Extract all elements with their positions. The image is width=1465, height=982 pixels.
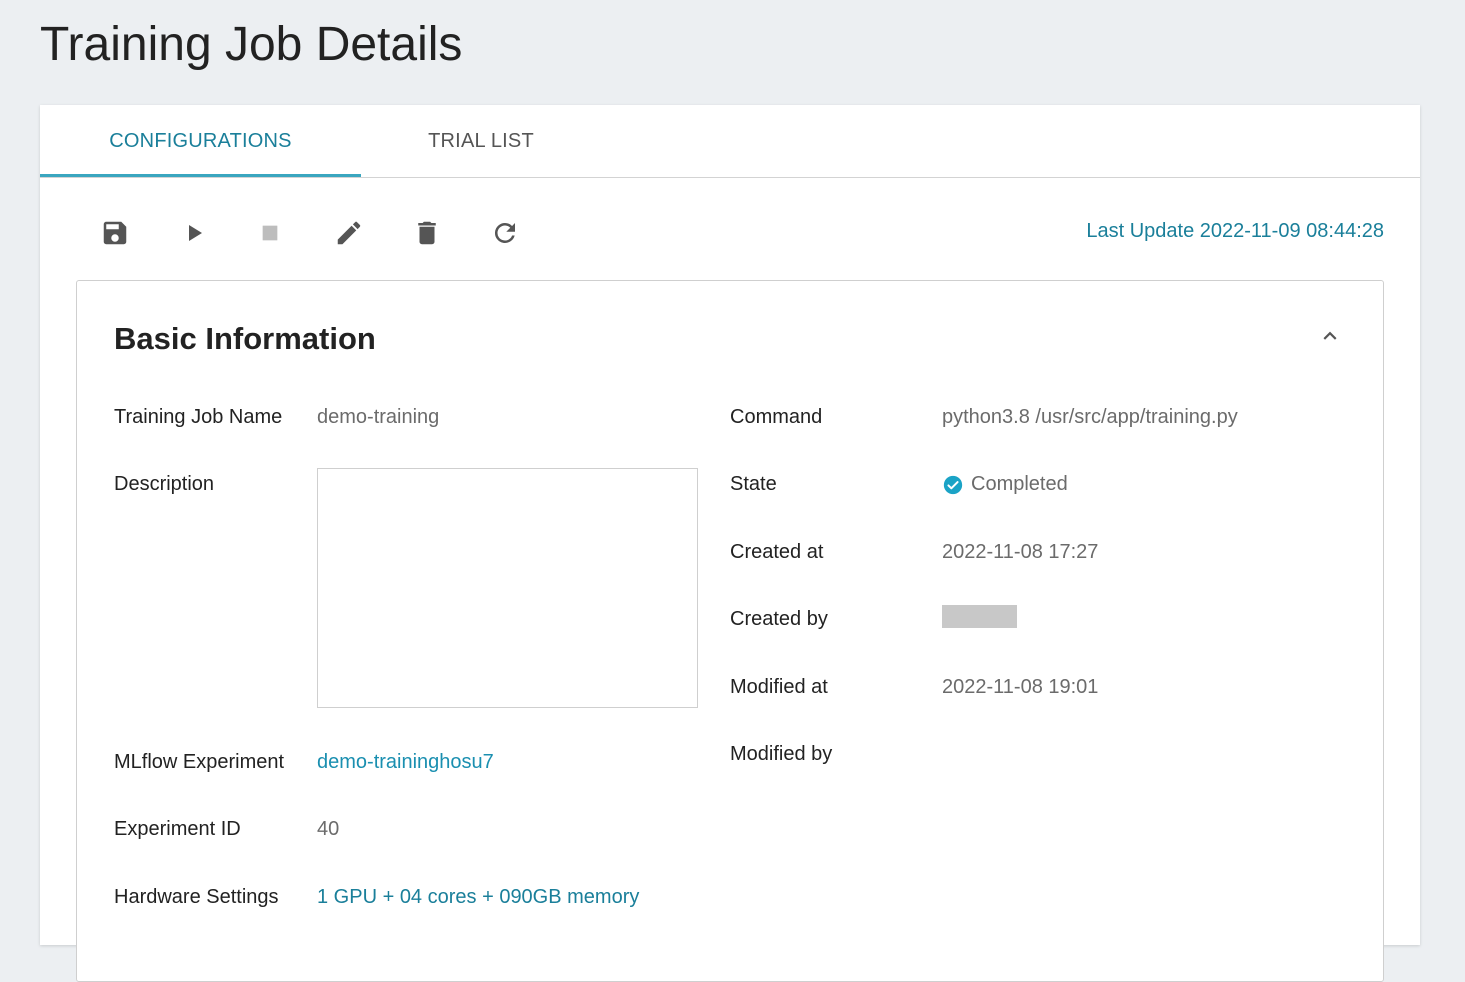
state-label: State — [730, 473, 777, 495]
modified-at-label: Modified at — [730, 676, 828, 698]
save-button[interactable] — [97, 215, 133, 251]
refresh-button[interactable] — [487, 215, 523, 251]
experiment-id-value: 40 — [317, 818, 340, 840]
chevron-up-icon — [1323, 331, 1337, 340]
command-label: Command — [730, 406, 823, 428]
tab-trial-list[interactable]: TRIAL LIST — [361, 105, 601, 177]
collapse-button[interactable] — [1315, 321, 1345, 351]
modified-by-label: Modified by — [730, 743, 833, 765]
page-title: Training Job Details — [40, 18, 463, 71]
experiment-id-label: Experiment ID — [114, 818, 241, 840]
check-circle-icon — [943, 475, 963, 495]
last-update-timestamp: Last Update 2022-11-09 08:44:28 — [1086, 220, 1384, 242]
tab-configurations[interactable]: CONFIGURATIONS — [40, 105, 361, 177]
job-details-card: CONFIGURATIONS TRIAL LIST Last Update 20… — [40, 105, 1420, 982]
mlflow-experiment-link[interactable]: demo-traininghosu7 — [317, 751, 494, 774]
redacted-user-block — [942, 605, 1017, 628]
play-icon — [189, 225, 202, 241]
description-field[interactable] — [317, 468, 698, 708]
delete-icon — [418, 221, 436, 245]
created-at-label: Created at — [730, 541, 824, 563]
edit-button[interactable] — [331, 215, 367, 251]
stop-button[interactable] — [252, 215, 288, 251]
hardware-settings-link[interactable]: 1 GPU + 04 cores + 090GB memory — [317, 886, 639, 909]
stop-icon — [262, 225, 278, 241]
edit-icon — [337, 221, 361, 245]
section-title: Basic Information — [114, 321, 376, 356]
state-value: Completed — [971, 473, 1068, 495]
command-value: python3.8 /usr/src/app/training.py — [942, 406, 1238, 428]
created-at-value: 2022-11-08 17:27 — [942, 541, 1099, 563]
save-icon — [103, 221, 127, 245]
refresh-icon — [494, 223, 515, 243]
modified-at-value: 2022-11-08 19:01 — [942, 676, 1099, 698]
delete-button[interactable] — [409, 215, 445, 251]
basic-information-panel: Basic Information Training Job Name demo… — [76, 280, 1384, 982]
mlflow-experiment-label: MLflow Experiment — [114, 751, 285, 773]
hardware-settings-label: Hardware Settings — [114, 886, 279, 908]
training-job-name-label: Training Job Name — [114, 406, 283, 428]
training-job-name-value: demo-training — [317, 406, 440, 428]
tab-bar: CONFIGURATIONS TRIAL LIST — [40, 105, 1420, 178]
created-by-label: Created by — [730, 608, 828, 630]
run-button[interactable] — [176, 215, 212, 251]
description-label: Description — [114, 473, 215, 495]
